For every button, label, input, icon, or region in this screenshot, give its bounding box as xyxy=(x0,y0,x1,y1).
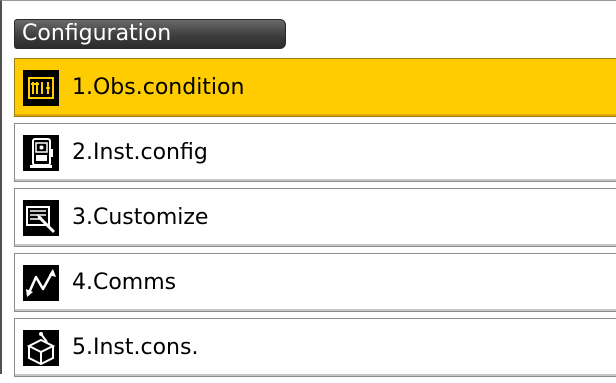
configuration-menu: 1.Obs.condition 2.Inst.config 3.Customiz… xyxy=(14,58,616,383)
menu-item-inst-cons[interactable]: 5.Inst.cons. xyxy=(14,318,616,377)
page-title: Configuration xyxy=(14,19,286,49)
menu-item-obs-condition[interactable]: 1.Obs.condition xyxy=(14,58,616,117)
inst-constants-icon xyxy=(23,330,59,366)
comms-icon xyxy=(23,265,59,301)
menu-item-label: 5.Inst.cons. xyxy=(72,335,199,360)
menu-item-label: 1.Obs.condition xyxy=(72,75,245,100)
customize-icon xyxy=(23,200,59,236)
menu-item-inst-config[interactable]: 2.Inst.config xyxy=(14,123,616,182)
menu-item-comms[interactable]: 4.Comms xyxy=(14,253,616,312)
menu-item-label: 2.Inst.config xyxy=(72,140,208,165)
menu-item-label: 4.Comms xyxy=(72,270,177,295)
menu-item-customize[interactable]: 3.Customize xyxy=(14,188,616,247)
configuration-screen: Configuration 1.Obs.condition 2.Inst.con… xyxy=(0,0,616,377)
instrument-icon xyxy=(23,135,59,171)
menu-item-label: 3.Customize xyxy=(72,205,209,230)
obs-condition-icon xyxy=(23,70,59,106)
